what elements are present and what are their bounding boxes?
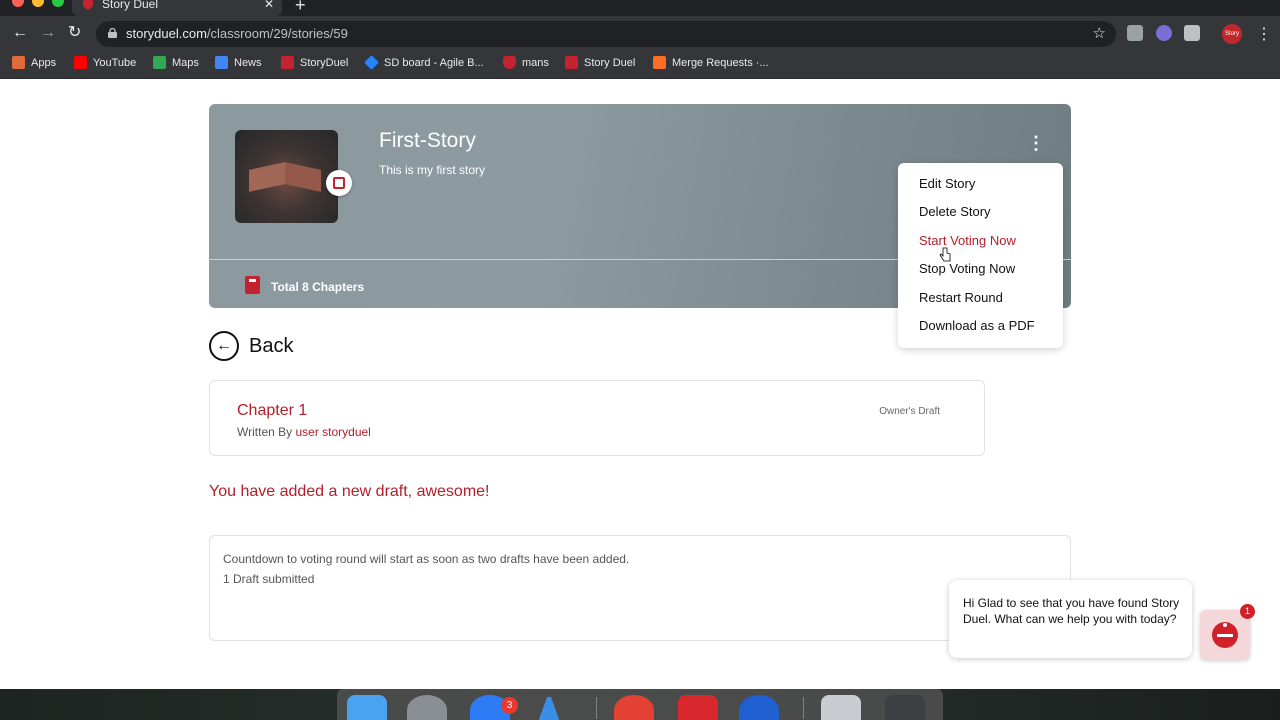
jira-icon [364,55,379,70]
edit-cover-button[interactable] [326,170,352,196]
hand-cursor-icon [939,247,951,262]
story-description: This is my first story [379,163,486,177]
image-edit-icon [333,177,345,189]
book-page-right [285,162,321,192]
page-content: First-Story This is my first story ⋮ Tot… [0,79,1280,689]
profile-avatar[interactable]: Story [1222,24,1242,44]
bookmark-news[interactable]: News [215,56,262,69]
app-store-badge: 3 [501,697,518,714]
zoom-window-icon[interactable] [52,0,64,7]
tab-title: Story Duel [102,0,159,11]
dock [337,689,943,720]
dock-separator [596,697,597,719]
story-cover-image [235,130,338,223]
bookmark-apps[interactable]: Apps [12,56,56,69]
forward-nav-icon[interactable]: → [40,24,56,42]
book-icon [245,276,260,294]
menu-item-edit-story[interactable]: Edit Story [919,176,975,191]
back-button[interactable]: ← Back [209,331,293,361]
tab-close-icon[interactable]: ✕ [264,0,274,11]
xcode-icon[interactable] [537,695,561,720]
drafts-submitted: 1 Draft submitted [223,572,315,586]
bookmark-sd-board[interactable]: SD board - Agile B... [364,55,484,70]
menu-item-stop-voting[interactable]: Stop Voting Now [919,261,1015,276]
bookmark-star-icon[interactable]: ☆ [1093,24,1106,42]
bookmark-merge-requests[interactable]: Merge Requests ·... [653,56,769,69]
lock-icon [108,28,117,38]
back-arrow-icon: ← [209,331,239,361]
storyduel-favicon-icon [83,0,93,10]
launchpad-icon[interactable] [407,695,447,720]
dock-separator [803,697,804,719]
draft-status: Owner's Draft [879,406,940,417]
finder-icon[interactable] [347,695,387,720]
countdown-panel: Countdown to voting round will start as … [209,535,1071,641]
browser-toolbar: ← → ↻ storyduel.com/classroom/29/stories… [0,16,1280,51]
gitlab-icon [653,56,666,69]
new-tab-icon[interactable]: + [295,0,306,16]
tab-strip: Story Duel ✕ + [0,0,1280,16]
browser-tab[interactable]: Story Duel ✕ [72,0,282,16]
chapter-card[interactable]: Chapter 1 Written By user storyduel Owne… [209,380,985,456]
close-window-icon[interactable] [12,0,24,7]
trash-icon[interactable] [885,695,925,720]
menu-item-delete-story[interactable]: Delete Story [919,204,991,219]
story-title: First-Story [379,129,476,152]
back-nav-icon[interactable]: ← [12,24,28,42]
chat-message: Hi Glad to see that you have found Story… [963,596,1180,626]
chat-welcome-bubble[interactable]: Hi Glad to see that you have found Story… [949,580,1192,658]
camera-icon[interactable] [1184,25,1200,41]
chapter-title[interactable]: Chapter 1 [237,402,307,420]
bookmark-story-duel[interactable]: Story Duel [565,56,635,69]
shield-icon [503,56,516,69]
book-page-left [249,162,285,192]
chrome-icon[interactable] [614,695,654,720]
minimize-window-icon[interactable] [32,0,44,7]
countdown-message: Countdown to voting round will start as … [223,552,630,566]
total-chapters: Total 8 Chapters [271,280,365,294]
menu-item-restart-round[interactable]: Restart Round [919,290,1003,305]
menu-item-download-pdf[interactable]: Download as a PDF [919,318,1035,333]
window-preview-icon[interactable] [821,695,861,720]
news-icon [215,56,228,69]
back-label: Back [249,334,294,357]
address-bar[interactable]: storyduel.com/classroom/29/stories/59 ☆ [96,21,1116,47]
author-link[interactable]: user storyduel [295,425,370,439]
url-text: storyduel.com/classroom/29/stories/59 [126,26,348,41]
bookmarks-bar: Apps YouTube Maps News StoryDuel SD boar… [0,51,1280,79]
menu-item-start-voting[interactable]: Start Voting Now [919,233,1016,248]
story-options-menu: Edit Story Delete Story Start Voting Now… [898,163,1063,348]
draft-added-notice: You have added a new draft, awesome! [209,483,490,500]
bookmark-mans[interactable]: mans [503,56,549,69]
bookmark-youtube[interactable]: YouTube [74,56,136,69]
bookmark-maps[interactable]: Maps [153,56,199,69]
storyduel-icon [281,56,294,69]
chatbot-icon [1212,622,1238,648]
extension-icon[interactable] [1156,25,1172,41]
story-options-icon[interactable]: ⋮ [1027,134,1045,152]
apps-grid-icon [12,56,25,69]
extension-icon[interactable] [1127,25,1143,41]
app-icon[interactable] [678,695,718,720]
bookmark-storyduel[interactable]: StoryDuel [281,56,348,69]
youtube-icon [74,56,87,69]
app-icon[interactable] [739,695,779,720]
maps-icon [153,56,166,69]
storyduel-icon [565,56,578,69]
chat-unread-badge: 1 [1240,604,1255,619]
browser-menu-icon[interactable]: ⋮ [1256,24,1272,44]
reload-icon[interactable]: ↻ [68,24,81,42]
chapter-author-line: Written By user storyduel [237,425,371,439]
